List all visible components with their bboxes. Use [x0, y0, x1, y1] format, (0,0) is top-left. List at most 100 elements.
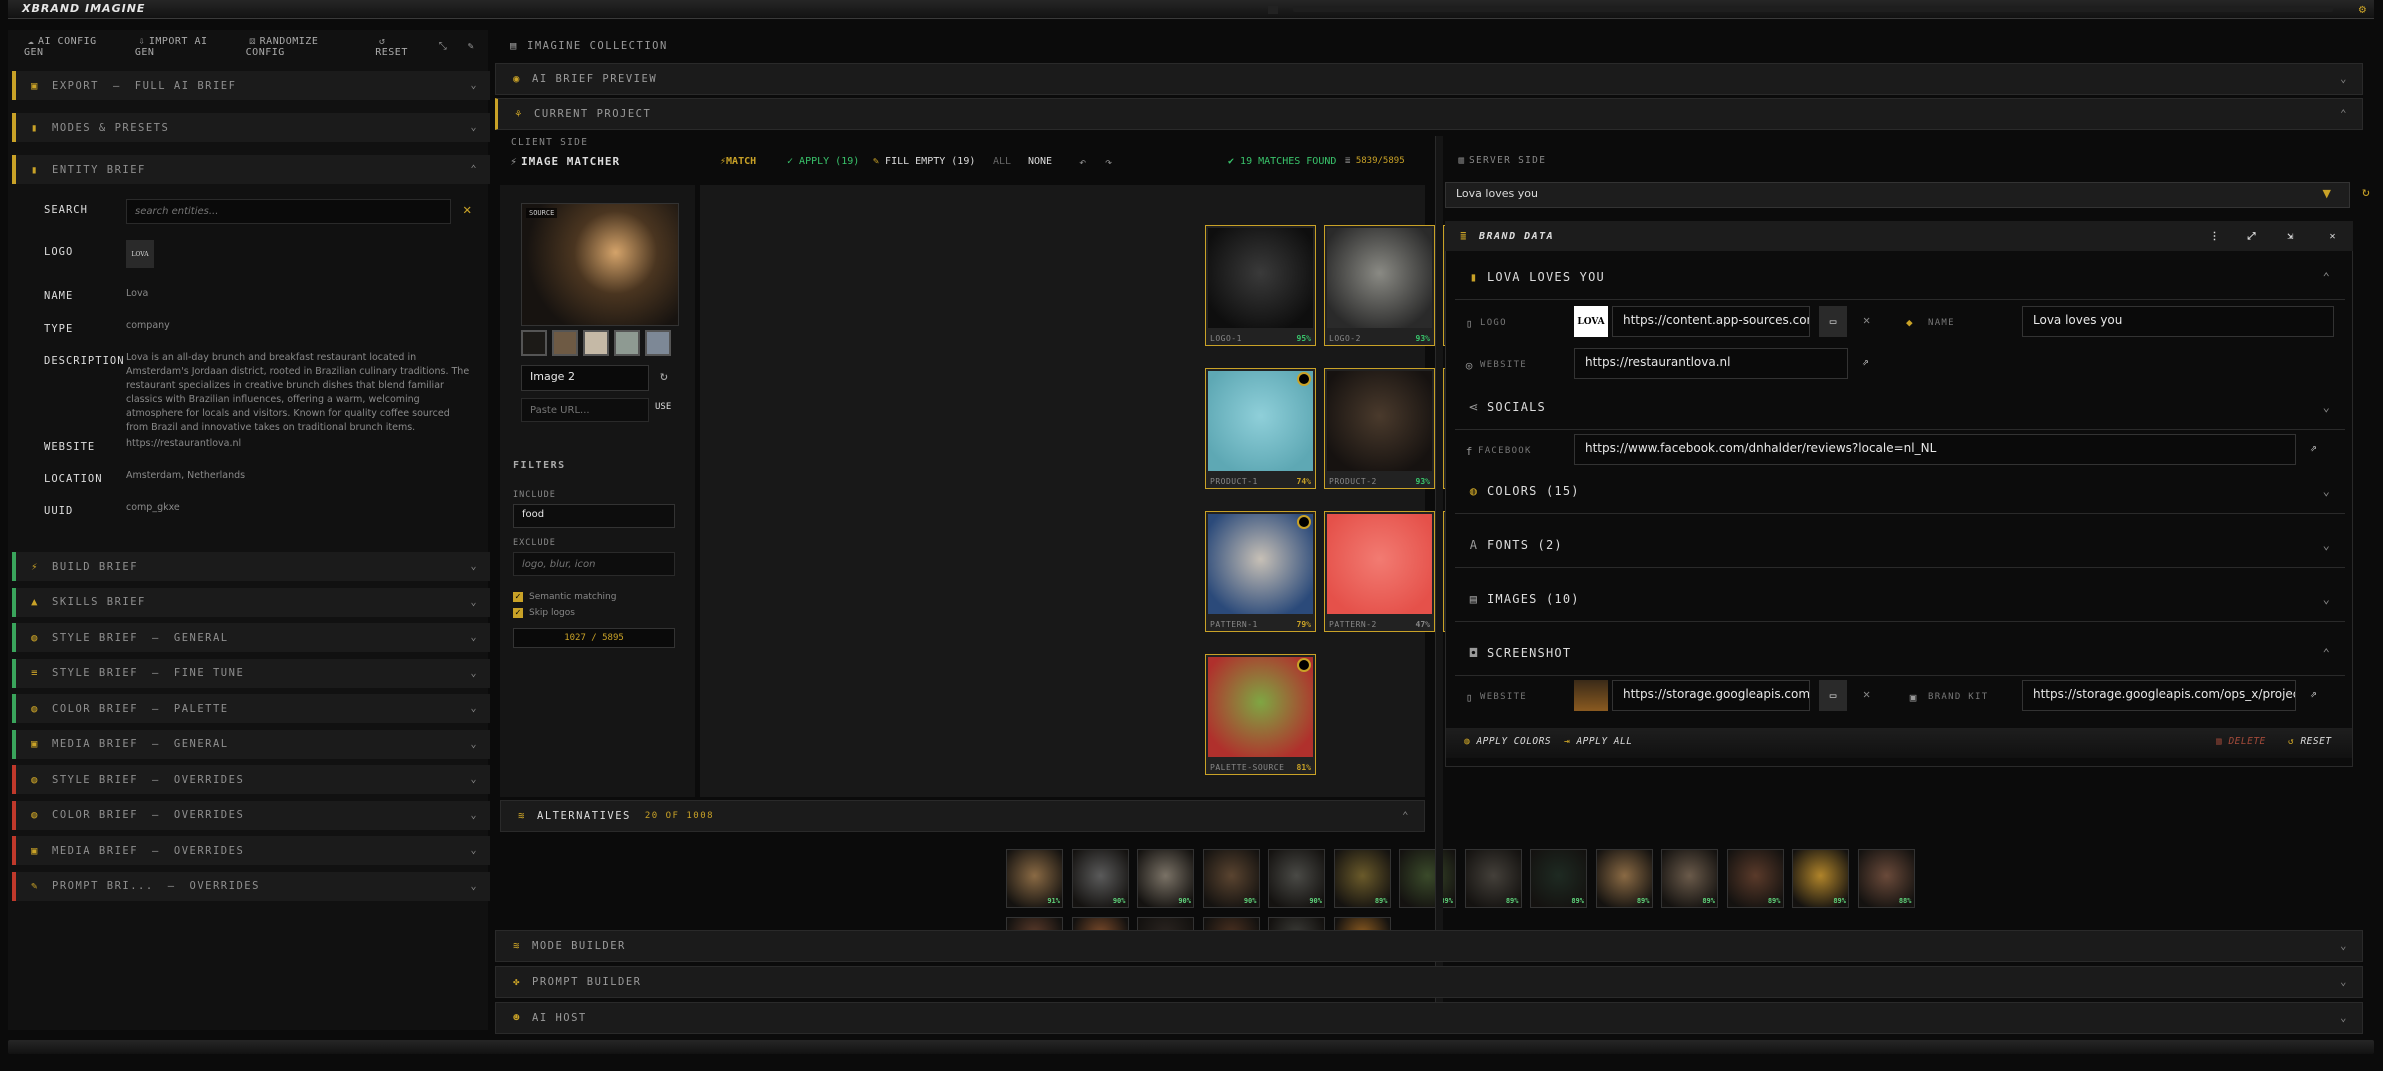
splitter-handle[interactable] — [1435, 136, 1443, 1006]
colors-section[interactable]: ◍ COLORS (15) ⌄ — [1455, 468, 2345, 514]
settings-gear-icon[interactable]: ⚙ — [2359, 2, 2366, 16]
slot-thumb-logo-1[interactable]: LOGO-1 95% — [1205, 225, 1316, 346]
use-url-button[interactable]: USE — [655, 402, 671, 412]
more-vertical-icon[interactable]: ⋮ — [2210, 231, 2222, 242]
slot-thumb-product-2[interactable]: PRODUCT-2 93% — [1324, 368, 1435, 489]
color-swatch[interactable] — [645, 330, 671, 356]
alternative-thumb[interactable]: 90% — [1268, 849, 1325, 908]
alternative-thumb[interactable]: 89% — [1399, 849, 1456, 908]
apply-colors-button[interactable]: ◍ APPLY COLORS — [1464, 736, 1551, 747]
randomize-config-button[interactable]: ⚄ RANDOMIZE CONFIG — [246, 36, 360, 58]
section-entity-brief[interactable]: ▮ ENTITY BRIEF ⌃ — [12, 155, 490, 184]
alternative-thumb[interactable]: 90% — [1071, 849, 1129, 908]
redo-icon[interactable]: ↷ — [1105, 155, 1112, 169]
alternatives-header[interactable]: ≋ ALTERNATIVES 20 OF 1008 ⌃ — [500, 800, 1425, 832]
alternative-thumb[interactable]: 90% — [1137, 849, 1194, 908]
pin-icon[interactable]: ✎ — [464, 41, 478, 52]
alternative-thumb[interactable]: 88% — [1857, 849, 1915, 908]
external-link-icon[interactable]: ⇗ — [1862, 355, 1869, 368]
fill-empty-button[interactable]: ✎ FILL EMPTY (19) — [873, 156, 975, 167]
clear-search-icon[interactable]: ✕ — [463, 202, 471, 218]
section-color-brief-palette[interactable]: ◍ COLOR BRIEF – PALETTE ⌄ — [12, 694, 490, 723]
slot-thumb-product-1[interactable]: PRODUCT-1 74% — [1205, 368, 1316, 489]
section-color-brief-overrides[interactable]: ◍ COLOR BRIEF – OVERRIDES ⌄ — [12, 800, 490, 830]
delete-button[interactable]: ▥ DELETE — [2216, 736, 2266, 747]
select-all-button[interactable]: ALL — [993, 156, 1011, 167]
ai-host-header[interactable]: ☻ AI HOST ⌄ — [495, 1002, 2363, 1034]
mode-builder-header[interactable]: ≋ MODE BUILDER ⌄ — [495, 930, 2363, 962]
clear-icon[interactable]: ✕ — [1863, 687, 1870, 701]
alternative-thumb[interactable]: 89% — [1595, 849, 1653, 908]
color-swatch[interactable] — [552, 330, 578, 356]
target-icon[interactable] — [1297, 658, 1311, 672]
target-icon[interactable] — [1297, 515, 1311, 529]
folder-icon[interactable]: ▭ — [1819, 680, 1847, 711]
color-swatch[interactable] — [583, 330, 609, 356]
include-input[interactable]: food — [513, 504, 675, 528]
entity-select[interactable]: Lova loves you ▼ — [1445, 182, 2350, 208]
alternative-thumb[interactable]: 89% — [1530, 849, 1587, 908]
slot-thumb-logo-2[interactable]: LOGO-2 93% — [1324, 225, 1435, 346]
alternative-thumb[interactable]: 90% — [1202, 849, 1260, 908]
skip-logos-checkbox[interactable]: ✓ Skip logos — [513, 608, 575, 618]
images-section[interactable]: ▤ IMAGES (10) ⌄ — [1455, 576, 2345, 622]
color-swatch[interactable] — [521, 330, 547, 356]
socials-section[interactable]: ⋖ SOCIALS ⌄ — [1455, 384, 2345, 430]
screenshot-url-input[interactable]: https://storage.googleapis.com/op — [1612, 680, 1810, 711]
expand-icon[interactable]: ⤢ — [2248, 231, 2258, 242]
brand-name-input[interactable]: Lova loves you — [2022, 306, 2334, 337]
section-media-brief-overrides[interactable]: ▣ MEDIA BRIEF – OVERRIDES ⌄ — [12, 836, 490, 865]
apply-all-button[interactable]: ⇥ APPLY ALL — [1564, 736, 1632, 747]
logo-url-input[interactable]: https://content.app-sources.com/s — [1612, 306, 1810, 337]
entity-search-input[interactable] — [126, 199, 451, 224]
reset-brand-button[interactable]: ↺ RESET — [2288, 736, 2332, 747]
external-link-icon[interactable]: ⇗ — [2310, 441, 2317, 454]
section-export[interactable]: ▣ EXPORT – FULL AI BRIEF ⌄ — [12, 71, 490, 100]
section-style-brief-fine-tune[interactable]: ≡ STYLE BRIEF – FINE TUNE ⌄ — [12, 658, 490, 688]
select-none-button[interactable]: NONE — [1028, 156, 1052, 167]
alternative-thumb[interactable]: 89% — [1464, 849, 1522, 908]
source-image[interactable]: SOURCE — [521, 203, 679, 326]
section-style-brief-overrides[interactable]: ◍ STYLE BRIEF – OVERRIDES ⌄ — [12, 765, 490, 794]
slot-thumb-palette-source[interactable]: PALETTE-SOURCE 81% — [1205, 654, 1316, 775]
section-prompt-bri--overrides[interactable]: ✎ PROMPT BRI... – OVERRIDES ⌄ — [12, 871, 490, 901]
section-skills-brief[interactable]: ▲ SKILLS BRIEF ⌄ — [12, 587, 490, 617]
alternative-thumb[interactable]: 89% — [1726, 849, 1784, 908]
slot-thumb-pattern-2[interactable]: PATTERN-2 47% — [1324, 511, 1435, 632]
ai-brief-preview-header[interactable]: ◉ AI BRIEF PREVIEW ⌄ — [495, 63, 2363, 95]
facebook-input[interactable]: https://www.facebook.com/dnhalder/review… — [1574, 434, 2296, 465]
screenshot-section[interactable]: ◘ SCREENSHOT ⌃ — [1455, 630, 2345, 676]
brand-kit-input[interactable]: https://storage.googleapis.com/ops_x/pro… — [2022, 680, 2296, 711]
external-link-icon[interactable]: ⇗ — [2310, 687, 2317, 700]
section-media-brief-general[interactable]: ▣ MEDIA BRIEF – GENERAL ⌄ — [12, 729, 490, 759]
undo-icon[interactable]: ↶ — [1079, 155, 1086, 169]
reset-button[interactable]: ↺RESET — [375, 36, 420, 58]
alternative-thumb[interactable]: 91% — [1006, 849, 1063, 908]
collapse-icon[interactable]: ⤡ — [436, 41, 450, 52]
match-button[interactable]: ⚡MATCH — [720, 156, 756, 167]
fonts-section[interactable]: A FONTS (2) ⌄ — [1455, 522, 2345, 568]
alternative-thumb[interactable]: 89% — [1333, 849, 1391, 908]
ai-config-gen-button[interactable]: ☁ AI CONFIG GEN — [24, 36, 119, 58]
prompt-builder-header[interactable]: ✤ PROMPT BUILDER ⌄ — [495, 966, 2363, 998]
paste-url-input[interactable] — [521, 398, 649, 422]
semantic-matching-checkbox[interactable]: ✓ Semantic matching — [513, 592, 616, 602]
slot-thumb-pattern-1[interactable]: PATTERN-1 79% — [1205, 511, 1316, 632]
apply-button[interactable]: ✓ APPLY (19) — [787, 156, 859, 167]
color-swatch[interactable] — [614, 330, 640, 356]
target-icon[interactable] — [1297, 372, 1311, 386]
import-ai-gen-button[interactable]: ⇩ IMPORT AI GEN — [135, 36, 230, 58]
drag-handle[interactable] — [1268, 6, 1278, 14]
close-icon[interactable]: ✕ — [2329, 231, 2337, 242]
alternative-thumb[interactable]: 89% — [1661, 849, 1718, 908]
lova-loves-you-section[interactable]: ▮ LOVA LOVES YOU ⌃ — [1455, 254, 2345, 300]
clear-icon[interactable]: ✕ — [1863, 313, 1870, 327]
website-input[interactable]: https://restaurantlova.nl — [1574, 348, 1848, 379]
folder-icon[interactable]: ▭ — [1819, 306, 1847, 337]
exclude-input[interactable] — [513, 552, 675, 576]
section-modes-presets[interactable]: ▮ MODES & PRESETS ⌄ — [12, 113, 490, 142]
refresh-icon[interactable]: ↻ — [2362, 185, 2370, 200]
current-project-header[interactable]: ⚘ CURRENT PROJECT ⌃ — [495, 98, 2363, 130]
section-build-brief[interactable]: ⚡ BUILD BRIEF ⌄ — [12, 552, 490, 581]
section-style-brief-general[interactable]: ◍ STYLE BRIEF – GENERAL ⌄ — [12, 623, 490, 652]
